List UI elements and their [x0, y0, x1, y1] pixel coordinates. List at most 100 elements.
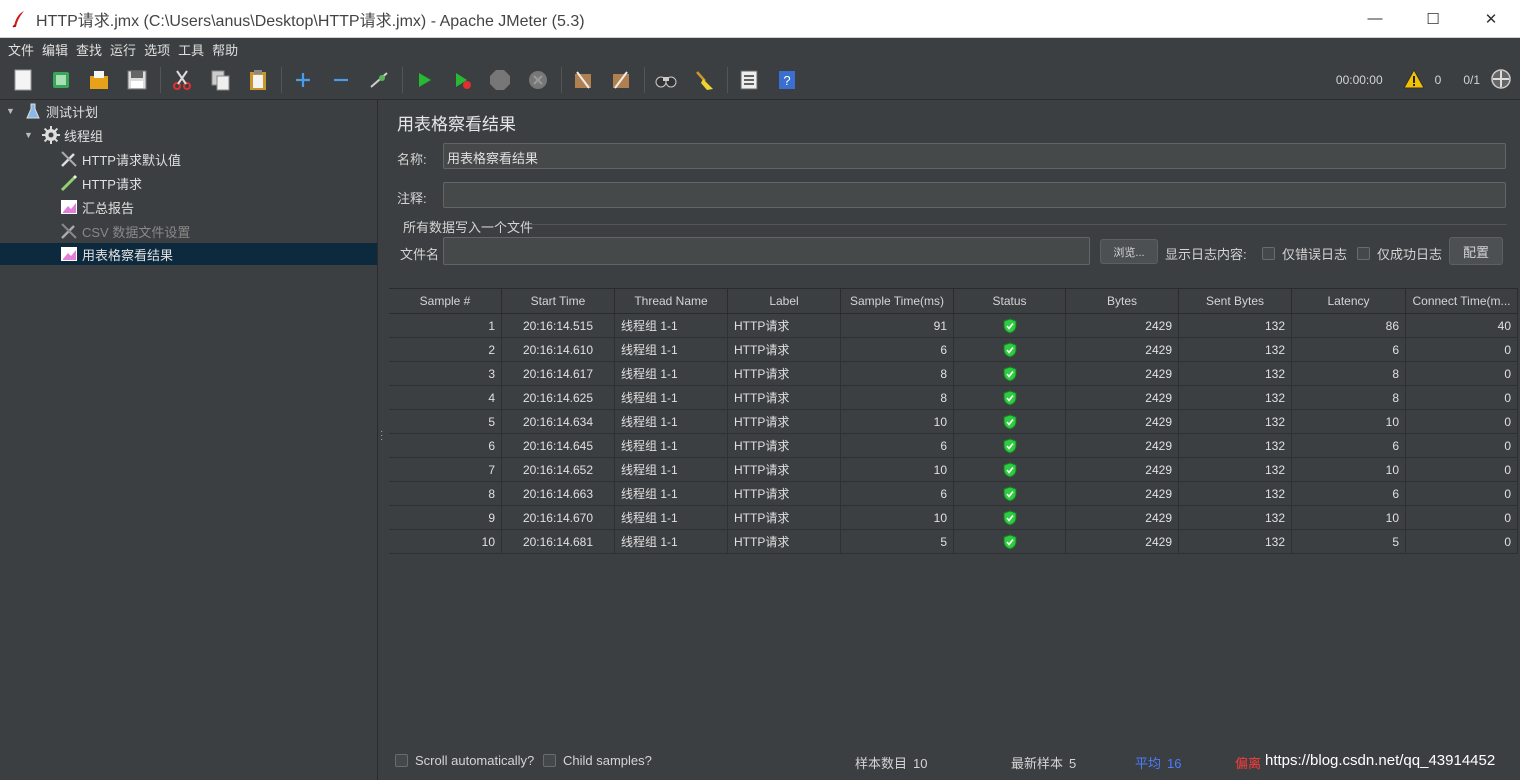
maximize-button[interactable]: ☐ [1404, 0, 1462, 38]
table-row[interactable]: 6 20:16:14.645 线程组 1-1 HTTP请求 6 2429 132 6 0 [389, 434, 1518, 458]
cut-icon[interactable] [167, 65, 197, 95]
column-header[interactable]: Latency [1292, 289, 1406, 313]
clear-broom-icon[interactable] [689, 65, 719, 95]
svg-text:?: ? [783, 73, 790, 88]
checkbox-box[interactable] [543, 754, 556, 767]
tree-item-csv-config[interactable]: CSV 数据文件设置 [60, 220, 190, 242]
tree-item-http-request[interactable]: HTTP请求 [60, 172, 142, 194]
table-cell: 线程组 1-1 [615, 362, 728, 385]
status-ok-icon [954, 506, 1066, 529]
tree-item-thread-group[interactable]: ▼ 线程组 [24, 124, 103, 146]
configure-button[interactable]: 配置 [1449, 237, 1503, 265]
name-field[interactable]: 用表格察看结果 [443, 143, 1506, 169]
start-no-pauses-icon[interactable] [447, 65, 477, 95]
menu-run[interactable]: 运行 [106, 40, 140, 59]
results-table: Sample # Start Time Thread Name Label Sa… [389, 288, 1518, 554]
collapse-arrow-icon[interactable]: ▼ [24, 130, 36, 140]
copy-icon[interactable] [205, 65, 235, 95]
deviation-stat: 偏离 [1235, 753, 1261, 772]
templates-icon[interactable] [46, 65, 76, 95]
browse-button[interactable]: 浏览... [1100, 239, 1158, 264]
toggle-icon[interactable] [364, 65, 394, 95]
table-cell: 0 [1406, 338, 1518, 361]
scroll-automatically-checkbox[interactable]: Scroll automatically? [395, 753, 534, 768]
column-header[interactable]: Sample # [389, 289, 502, 313]
errors-only-label: 仅错误日志 [1282, 247, 1348, 262]
tree-item-label: 线程组 [64, 128, 104, 144]
table-cell: 40 [1406, 314, 1518, 337]
filename-field[interactable] [443, 237, 1090, 265]
errors-only-checkbox[interactable]: 仅错误日志 [1262, 244, 1347, 263]
column-header[interactable]: Status [954, 289, 1066, 313]
success-only-label: 仅成功日志 [1377, 247, 1443, 262]
toolbar-separator [402, 66, 403, 93]
warning-icon[interactable] [1402, 68, 1425, 92]
success-only-checkbox[interactable]: 仅成功日志 [1357, 244, 1442, 263]
paste-icon[interactable] [243, 65, 273, 95]
stop-icon[interactable] [485, 65, 515, 95]
split-pane-divider[interactable]: · · · [378, 100, 387, 780]
table-cell: HTTP请求 [728, 458, 841, 481]
menu-file[interactable]: 文件 [4, 40, 38, 59]
table-row[interactable]: 8 20:16:14.663 线程组 1-1 HTTP请求 6 2429 132 6 0 [389, 482, 1518, 506]
column-header[interactable]: Thread Name [615, 289, 728, 313]
table-row[interactable]: 9 20:16:14.670 线程组 1-1 HTTP请求 10 2429 132 10 0 [389, 506, 1518, 530]
column-header[interactable]: Sent Bytes [1179, 289, 1292, 313]
table-cell: 10 [841, 506, 954, 529]
expand-icon[interactable] [288, 65, 318, 95]
status-ok-icon [954, 410, 1066, 433]
comment-field[interactable] [443, 182, 1506, 208]
toolbar: ? 00:00:00 0 0/1 [0, 60, 1520, 100]
column-header[interactable]: Start Time [502, 289, 615, 313]
collapse-icon[interactable] [326, 65, 356, 95]
tree-item-test-plan[interactable]: ▼ 测试计划 [6, 100, 98, 122]
table-cell: 3 [389, 362, 502, 385]
latest-sample-label: 最新样本 [1011, 756, 1064, 771]
menu-tools[interactable]: 工具 [174, 40, 208, 59]
column-header[interactable]: Label [728, 289, 841, 313]
search-binoculars-icon[interactable] [651, 65, 681, 95]
close-button[interactable]: ✕ [1462, 0, 1520, 38]
table-row[interactable]: 1 20:16:14.515 线程组 1-1 HTTP请求 91 2429 132 86 40 [389, 314, 1518, 338]
table-row[interactable]: 7 20:16:14.652 线程组 1-1 HTTP请求 10 2429 132 10 0 [389, 458, 1518, 482]
start-icon[interactable] [409, 65, 439, 95]
remote-start-icon[interactable] [568, 65, 598, 95]
checkbox-box[interactable] [395, 754, 408, 767]
column-header[interactable]: Bytes [1066, 289, 1179, 313]
table-row[interactable]: 3 20:16:14.617 线程组 1-1 HTTP请求 8 2429 132 8 0 [389, 362, 1518, 386]
tree-item-http-defaults[interactable]: HTTP请求默认值 [60, 148, 181, 170]
remote-status-icon[interactable] [1490, 68, 1512, 93]
warning-count: 0 [1434, 73, 1442, 87]
table-row[interactable]: 5 20:16:14.634 线程组 1-1 HTTP请求 10 2429 132 10 0 [389, 410, 1518, 434]
child-samples-checkbox[interactable]: Child samples? [543, 753, 652, 768]
save-icon[interactable] [122, 65, 152, 95]
collapse-arrow-icon[interactable]: ▼ [6, 106, 18, 116]
remote-stop-icon[interactable] [606, 65, 636, 95]
menu-help[interactable]: 帮助 [208, 40, 242, 59]
shutdown-icon[interactable] [523, 65, 553, 95]
menu-options[interactable]: 选项 [140, 40, 174, 59]
table-row[interactable]: 10 20:16:14.681 线程组 1-1 HTTP请求 5 2429 132 5 0 [389, 530, 1518, 554]
table-cell: 132 [1179, 482, 1292, 505]
new-icon[interactable] [8, 65, 38, 95]
column-header[interactable]: Connect Time(m... [1406, 289, 1518, 313]
table-cell: 20:16:14.663 [502, 482, 615, 505]
checkbox-box[interactable] [1262, 247, 1275, 260]
drag-handle-icon[interactable]: · · · [380, 427, 383, 445]
column-header[interactable]: Sample Time(ms) [841, 289, 954, 313]
table-cell: 5 [841, 530, 954, 553]
table-row[interactable]: 2 20:16:14.610 线程组 1-1 HTTP请求 6 2429 132 6 0 [389, 338, 1518, 362]
tree-item-view-results-table[interactable]: 用表格察看结果 [0, 243, 377, 265]
menu-edit[interactable]: 编辑 [38, 40, 72, 59]
tree-item-summary-report[interactable]: 汇总报告 [60, 196, 134, 218]
deviation-label: 偏离 [1235, 756, 1262, 771]
table-cell: HTTP请求 [728, 338, 841, 361]
open-icon[interactable] [84, 65, 114, 95]
table-row[interactable]: 4 20:16:14.625 线程组 1-1 HTTP请求 8 2429 132 8 0 [389, 386, 1518, 410]
function-helper-icon[interactable] [734, 65, 764, 95]
minimize-button[interactable]: — [1346, 0, 1404, 38]
status-ok-icon [954, 362, 1066, 385]
menu-search[interactable]: 查找 [72, 40, 106, 59]
help-icon[interactable]: ? [772, 65, 802, 95]
checkbox-box[interactable] [1357, 247, 1370, 260]
